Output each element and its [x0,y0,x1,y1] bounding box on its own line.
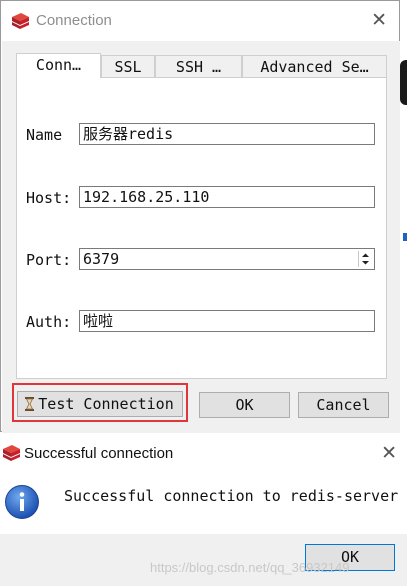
test-connection-button[interactable]: Test Connection [17,391,183,417]
tab-connection[interactable]: Conn… [16,53,101,78]
close-icon[interactable]: ✕ [371,9,387,31]
watermark: https://blog.csdn.net/qq_36932149 [150,560,350,575]
tab-ssl[interactable]: SSL [101,55,155,78]
background-fragment [400,60,407,105]
host-field[interactable]: 192.168.25.110 [79,186,375,208]
redis-logo-icon [3,445,20,461]
tab-advanced-settings[interactable]: Advanced Se… [242,55,387,78]
dialog-message: Successful connection to redis-server [64,487,399,505]
title-bar: Connection ✕ [1,1,399,41]
background-fragment [403,233,407,241]
redis-logo-icon [12,13,29,29]
port-stepper[interactable]: 6379 [79,248,375,270]
cancel-button[interactable]: Cancel [298,392,389,418]
info-icon [5,485,39,519]
spin-buttons[interactable] [358,251,372,267]
port-value: 6379 [83,250,120,268]
window-title: Connection [36,12,112,29]
test-connection-label: Test Connection [38,395,174,413]
ok-button[interactable]: OK [199,392,290,418]
host-label: Host: [26,189,72,207]
auth-label: Auth: [26,313,72,331]
auth-field[interactable]: 啦啦 [79,310,375,332]
spin-arrows-icon [362,253,369,265]
hourglass-icon [25,397,34,411]
close-icon[interactable]: ✕ [381,442,397,464]
name-label: Name [26,126,63,144]
tab-ssh[interactable]: SSH … [155,55,242,78]
port-label: Port: [26,251,72,269]
name-field[interactable]: 服务器redis [79,123,375,145]
dialog-title: Successful connection [24,445,174,462]
